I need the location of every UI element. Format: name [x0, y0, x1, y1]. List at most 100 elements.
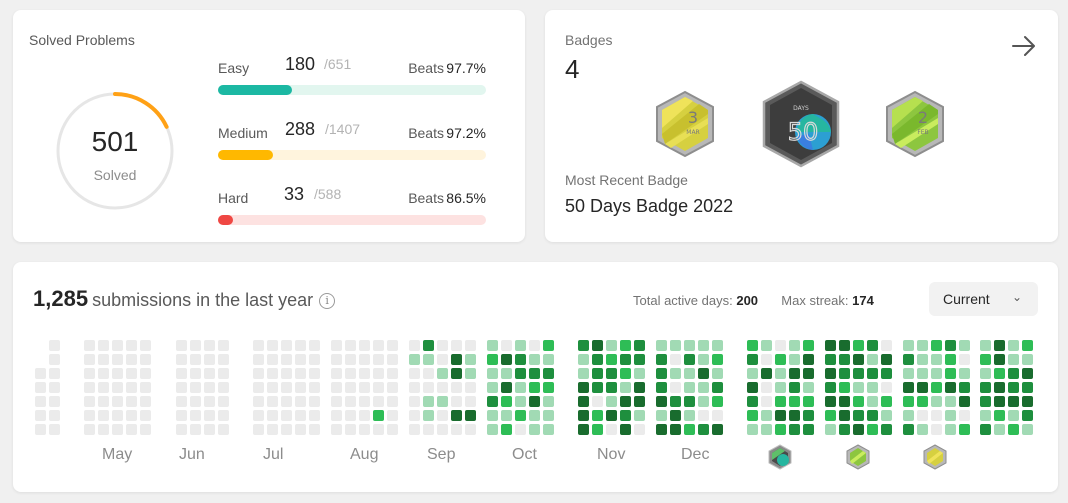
heatmap-cell[interactable]	[931, 424, 942, 435]
heatmap-cell[interactable]	[634, 382, 645, 393]
heatmap-cell[interactable]	[670, 368, 681, 379]
heatmap-cell[interactable]	[917, 340, 928, 351]
heatmap-cell[interactable]	[789, 382, 800, 393]
heatmap-cell[interactable]	[204, 368, 215, 379]
heatmap-cell[interactable]	[281, 424, 292, 435]
heatmap-cell[interactable]	[698, 368, 709, 379]
heatmap-cell[interactable]	[543, 340, 554, 351]
heatmap-cell[interactable]	[881, 368, 892, 379]
heatmap-cell[interactable]	[1022, 410, 1033, 421]
heatmap-cell[interactable]	[606, 354, 617, 365]
heatmap-cell[interactable]	[309, 340, 320, 351]
heatmap-cell[interactable]	[437, 382, 448, 393]
heatmap-cell[interactable]	[451, 410, 462, 421]
heatmap-cell[interactable]	[204, 424, 215, 435]
heatmap-cell[interactable]	[253, 382, 264, 393]
heatmap-cell[interactable]	[592, 410, 603, 421]
heatmap-cell[interactable]	[204, 354, 215, 365]
heatmap-cell[interactable]	[634, 410, 645, 421]
heatmap-cell[interactable]	[634, 340, 645, 351]
heatmap-cell[interactable]	[281, 354, 292, 365]
heatmap-cell[interactable]	[281, 382, 292, 393]
heatmap-cell[interactable]	[253, 410, 264, 421]
heatmap-cell[interactable]	[465, 368, 476, 379]
heatmap-cell[interactable]	[409, 382, 420, 393]
heatmap-cell[interactable]	[84, 382, 95, 393]
heatmap-cell[interactable]	[775, 424, 786, 435]
heatmap-cell[interactable]	[112, 424, 123, 435]
heatmap-cell[interactable]	[529, 382, 540, 393]
heatmap-cell[interactable]	[684, 368, 695, 379]
heatmap-cell[interactable]	[423, 396, 434, 407]
heatmap-cell[interactable]	[501, 396, 512, 407]
heatmap-cell[interactable]	[487, 382, 498, 393]
heatmap-cell[interactable]	[881, 340, 892, 351]
heatmap-cell[interactable]	[218, 354, 229, 365]
heatmap-cell[interactable]	[839, 368, 850, 379]
heatmap-cell[interactable]	[190, 368, 201, 379]
badge-feb-small-icon[interactable]	[845, 444, 871, 470]
heatmap-cell[interactable]	[218, 368, 229, 379]
heatmap-cell[interactable]	[825, 354, 836, 365]
heatmap-cell[interactable]	[592, 368, 603, 379]
heatmap-cell[interactable]	[140, 368, 151, 379]
heatmap-cell[interactable]	[980, 396, 991, 407]
heatmap-cell[interactable]	[501, 382, 512, 393]
heatmap-cell[interactable]	[1008, 340, 1019, 351]
heatmap-cell[interactable]	[331, 410, 342, 421]
heatmap-cell[interactable]	[761, 410, 772, 421]
heatmap-cell[interactable]	[775, 340, 786, 351]
heatmap-cell[interactable]	[839, 396, 850, 407]
heatmap-cell[interactable]	[634, 396, 645, 407]
heatmap-cell[interactable]	[295, 340, 306, 351]
heatmap-cell[interactable]	[423, 368, 434, 379]
heatmap-cell[interactable]	[853, 382, 864, 393]
heatmap-cell[interactable]	[437, 340, 448, 351]
heatmap-cell[interactable]	[423, 424, 434, 435]
heatmap-cell[interactable]	[529, 368, 540, 379]
heatmap-cell[interactable]	[747, 396, 758, 407]
heatmap-cell[interactable]	[1008, 396, 1019, 407]
heatmap-cell[interactable]	[959, 382, 970, 393]
heatmap-cell[interactable]	[515, 354, 526, 365]
heatmap-cell[interactable]	[620, 410, 631, 421]
heatmap-cell[interactable]	[295, 396, 306, 407]
heatmap-cell[interactable]	[945, 424, 956, 435]
heatmap-cell[interactable]	[423, 340, 434, 351]
heatmap-cell[interactable]	[451, 424, 462, 435]
heatmap-cell[interactable]	[789, 424, 800, 435]
heatmap-cell[interactable]	[803, 424, 814, 435]
heatmap-cell[interactable]	[281, 368, 292, 379]
heatmap-cell[interactable]	[487, 354, 498, 365]
heatmap-cell[interactable]	[98, 382, 109, 393]
heatmap-cell[interactable]	[578, 340, 589, 351]
heatmap-cell[interactable]	[35, 396, 46, 407]
heatmap-cell[interactable]	[331, 340, 342, 351]
heatmap-cell[interactable]	[980, 340, 991, 351]
heatmap-cell[interactable]	[529, 410, 540, 421]
heatmap-cell[interactable]	[825, 410, 836, 421]
heatmap-cell[interactable]	[176, 340, 187, 351]
heatmap-cell[interactable]	[853, 424, 864, 435]
heatmap-cell[interactable]	[634, 354, 645, 365]
heatmap-cell[interactable]	[112, 340, 123, 351]
badge-50-days-icon[interactable]: DAYS 50	[761, 80, 841, 168]
heatmap-cell[interactable]	[49, 424, 60, 435]
heatmap-cell[interactable]	[656, 354, 667, 365]
heatmap-cell[interactable]	[747, 424, 758, 435]
heatmap-cell[interactable]	[839, 410, 850, 421]
heatmap-cell[interactable]	[345, 354, 356, 365]
heatmap-cell[interactable]	[295, 410, 306, 421]
heatmap-cell[interactable]	[1022, 368, 1033, 379]
heatmap-cell[interactable]	[1008, 354, 1019, 365]
heatmap-cell[interactable]	[218, 382, 229, 393]
heatmap-cell[interactable]	[931, 410, 942, 421]
heatmap-cell[interactable]	[529, 396, 540, 407]
heatmap-cell[interactable]	[945, 382, 956, 393]
heatmap-cell[interactable]	[917, 424, 928, 435]
heatmap-cell[interactable]	[867, 396, 878, 407]
heatmap-cell[interactable]	[698, 396, 709, 407]
heatmap-cell[interactable]	[218, 340, 229, 351]
heatmap-cell[interactable]	[295, 368, 306, 379]
heatmap-cell[interactable]	[281, 396, 292, 407]
